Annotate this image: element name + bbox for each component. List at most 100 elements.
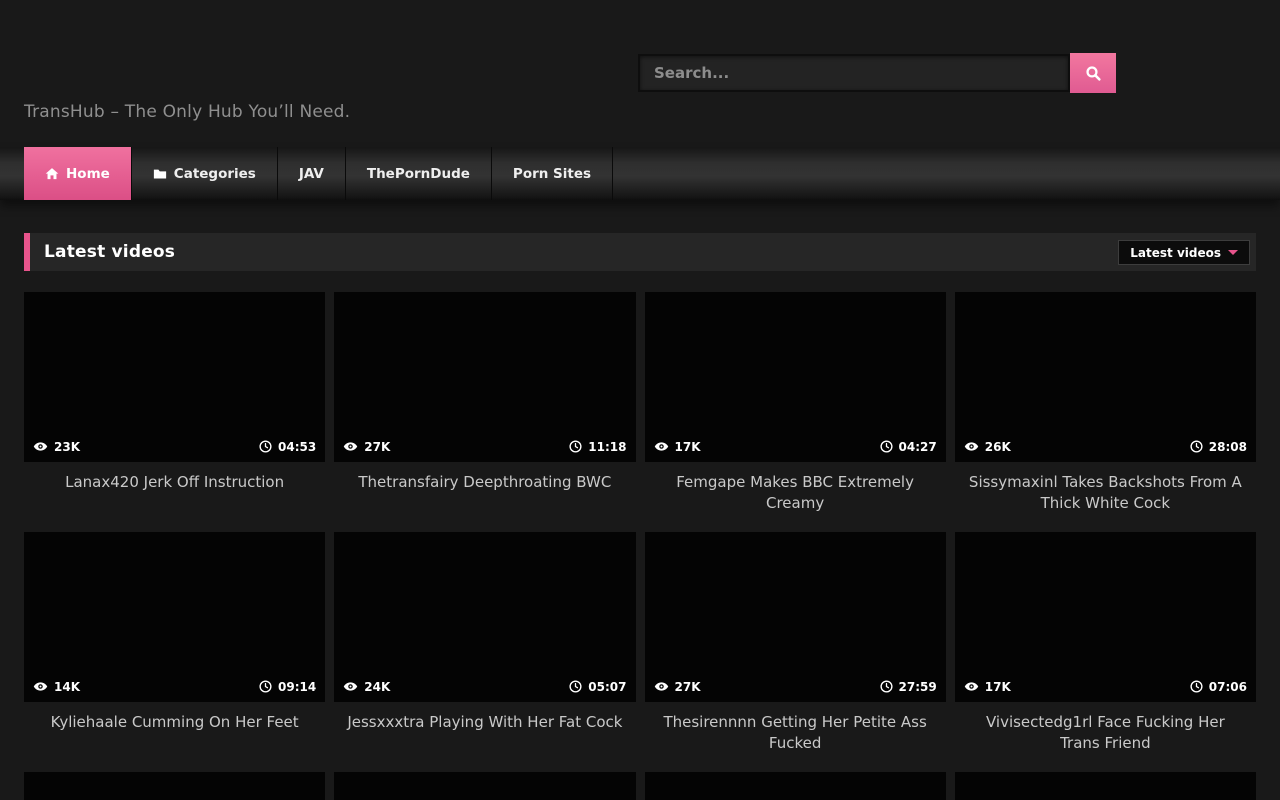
video-title: Thetransfairy Deepthroating BWC: [334, 462, 635, 532]
video-card[interactable]: [645, 772, 946, 800]
view-count: 26K: [964, 439, 1011, 454]
video-thumbnail[interactable]: [955, 772, 1256, 800]
search-input[interactable]: [638, 54, 1070, 92]
view-count: 17K: [964, 679, 1011, 694]
view-count: 27K: [343, 439, 390, 454]
video-title: Vivisectedg1rl Face Fucking Her Trans Fr…: [955, 702, 1256, 772]
view-count-value: 24K: [364, 680, 390, 694]
eye-icon: [654, 439, 669, 454]
view-count: 23K: [33, 439, 80, 454]
view-count-value: 23K: [54, 440, 80, 454]
video-title: Kyliehaale Cumming On Her Feet: [24, 702, 325, 772]
video-thumbnail[interactable]: [334, 772, 635, 800]
duration: 09:14: [259, 680, 316, 694]
duration-value: 09:14: [278, 680, 316, 694]
folder-icon: [153, 167, 167, 181]
duration-value: 07:06: [1209, 680, 1247, 694]
duration: 27:59: [880, 680, 937, 694]
video-thumbnail[interactable]: [645, 772, 946, 800]
sort-dropdown[interactable]: Latest videos: [1118, 240, 1250, 265]
site-header: TransHub – The Only Hub You’ll Need.: [0, 0, 1280, 147]
video-thumbnail[interactable]: 27K 11:18: [334, 292, 635, 462]
search-form: [638, 53, 1116, 93]
duration: 07:06: [1190, 680, 1247, 694]
video-stats: 27K 27:59: [645, 673, 946, 702]
duration-value: 28:08: [1209, 440, 1247, 454]
video-thumbnail[interactable]: 17K 04:27: [645, 292, 946, 462]
search-icon: [1085, 65, 1102, 82]
view-count: 24K: [343, 679, 390, 694]
nav-items: Home Categories JAV ThePornDude Porn Sites: [24, 147, 1280, 200]
eye-icon: [964, 679, 979, 694]
nav-item-label: ThePornDude: [367, 166, 470, 182]
video-thumbnail[interactable]: 14K 09:14: [24, 532, 325, 702]
search-button[interactable]: [1070, 53, 1116, 93]
clock-icon: [880, 440, 893, 453]
eye-icon: [33, 439, 48, 454]
sort-dropdown-label: Latest videos: [1130, 246, 1221, 260]
nav-item-home[interactable]: Home: [24, 147, 132, 200]
clock-icon: [259, 440, 272, 453]
video-thumbnail[interactable]: [24, 772, 325, 800]
view-count: 27K: [654, 679, 701, 694]
video-card[interactable]: 26K28:08Sissymaxinl Takes Backshots From…: [955, 292, 1256, 532]
nav-item-label: Porn Sites: [513, 166, 591, 182]
view-count-value: 27K: [675, 680, 701, 694]
eye-icon: [33, 679, 48, 694]
video-stats: 27K 11:18: [334, 433, 635, 462]
section-header: Latest videos Latest videos: [24, 233, 1256, 271]
video-thumbnail[interactable]: 23K 04:53: [24, 292, 325, 462]
video-card[interactable]: 24K05:07Jessxxxtra Playing With Her Fat …: [334, 532, 635, 772]
clock-icon: [1190, 440, 1203, 453]
video-card[interactable]: [24, 772, 325, 800]
video-card[interactable]: 27K 27:59 Thesirennnn Getting Her Petite A…: [645, 532, 946, 772]
duration: 11:18: [569, 440, 626, 454]
video-card[interactable]: 17K 04:27 Femgape Makes BBC Extremely Crea…: [645, 292, 946, 532]
eye-icon: [343, 439, 358, 454]
view-count-value: 17K: [675, 440, 701, 454]
video-card[interactable]: [334, 772, 635, 800]
clock-icon: [569, 440, 582, 453]
nav-item-label: Home: [66, 166, 110, 182]
video-thumbnail[interactable]: 24K 05:07: [334, 532, 635, 702]
video-stats: 26K 28:08: [955, 433, 1256, 462]
duration-value: 11:18: [588, 440, 626, 454]
video-stats: 23K 04:53: [24, 433, 325, 462]
video-card[interactable]: 14K 09:14 Kyliehaale Cumming On Her Feet: [24, 532, 325, 772]
section-title: Latest videos: [44, 242, 175, 262]
main-nav: Home Categories JAV ThePornDude Porn Sites: [0, 147, 1280, 200]
video-grid: 23K04:53Lanax420 Jerk Off Instruction27K…: [24, 292, 1256, 800]
video-thumbnail[interactable]: 27K 27:59: [645, 532, 946, 702]
video-card[interactable]: 27K 11:18 Thetransfairy Deepthroating BWC: [334, 292, 635, 532]
clock-icon: [1190, 680, 1203, 693]
nav-item-categories[interactable]: Categories: [132, 147, 278, 200]
video-title: Thesirennnn Getting Her Petite Ass Fucke…: [645, 702, 946, 772]
site-title: TransHub – The Only Hub You’ll Need.: [24, 102, 350, 122]
nav-item-theporndude[interactable]: ThePornDude: [346, 147, 492, 200]
view-count-value: 26K: [985, 440, 1011, 454]
duration-value: 04:27: [899, 440, 937, 454]
duration-value: 04:53: [278, 440, 316, 454]
eye-icon: [964, 439, 979, 454]
video-card[interactable]: 23K04:53Lanax420 Jerk Off Instruction: [24, 292, 325, 532]
clock-icon: [259, 680, 272, 693]
nav-item-label: JAV: [299, 166, 324, 182]
nav-item-jav[interactable]: JAV: [278, 147, 346, 200]
video-thumbnail[interactable]: 17K 07:06: [955, 532, 1256, 702]
video-stats: 24K 05:07: [334, 673, 635, 702]
nav-item-porn-sites[interactable]: Porn Sites: [492, 147, 613, 200]
nav-item-label: Categories: [174, 166, 256, 182]
video-stats: 17K 07:06: [955, 673, 1256, 702]
clock-icon: [880, 680, 893, 693]
video-title: Femgape Makes BBC Extremely Creamy: [645, 462, 946, 532]
view-count: 17K: [654, 439, 701, 454]
video-card[interactable]: 17K 07:06 Vivisectedg1rl Face Fucking Her …: [955, 532, 1256, 772]
duration-value: 27:59: [899, 680, 937, 694]
view-count-value: 27K: [364, 440, 390, 454]
video-thumbnail[interactable]: 26K 28:08: [955, 292, 1256, 462]
view-count: 14K: [33, 679, 80, 694]
video-card[interactable]: [955, 772, 1256, 800]
duration-value: 05:07: [588, 680, 626, 694]
home-icon: [45, 167, 59, 181]
eye-icon: [654, 679, 669, 694]
